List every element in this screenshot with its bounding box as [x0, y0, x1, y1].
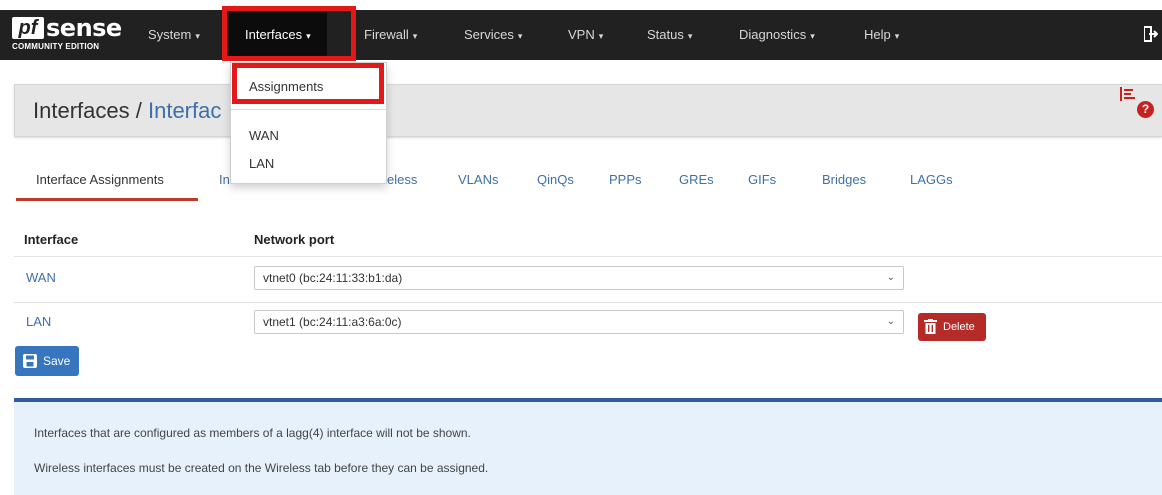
nav-diagnostics[interactable]: Diagnostics ▾ — [739, 10, 815, 60]
caret-down-icon: ▾ — [517, 31, 523, 41]
nav-services[interactable]: Services ▾ — [464, 10, 522, 60]
tab-qinqs[interactable]: QinQs — [537, 172, 574, 187]
tab-laggs[interactable]: LAGGs — [910, 172, 953, 187]
breadcrumb: Interfaces / Interfac — [33, 98, 221, 124]
active-tab-underline — [16, 198, 198, 201]
tab-gres[interactable]: GREs — [679, 172, 714, 187]
nav-diagnostics-label: Diagnostics — [739, 27, 807, 42]
chevron-down-icon: ⌄ — [886, 316, 895, 327]
column-header-interface: Interface — [24, 232, 79, 247]
breadcrumb-current[interactable]: Interfac — [148, 98, 221, 123]
nav-system-label: System — [148, 27, 192, 42]
tab-wireless[interactable]: eless — [387, 172, 417, 187]
column-header-network-port: Network port — [254, 232, 335, 247]
tab-vlans[interactable]: VLANs — [458, 172, 498, 187]
breadcrumb-separator: / — [135, 98, 142, 123]
tab-bar: Interface Assignments In eless VLANs Qin… — [14, 162, 1162, 202]
save-disk-icon — [23, 354, 37, 368]
save-button[interactable]: Save — [15, 346, 79, 376]
chevron-down-icon: ⌄ — [886, 272, 895, 283]
nav-interfaces[interactable]: Interfaces ▾ — [229, 10, 327, 60]
tab-ppps[interactable]: PPPs — [609, 172, 642, 187]
nav-vpn[interactable]: VPN ▾ — [568, 10, 603, 60]
info-text-lagg: Interfaces that are configured as member… — [34, 426, 471, 440]
interface-link-wan[interactable]: WAN — [26, 270, 56, 285]
nav-interfaces-label: Interfaces — [245, 27, 303, 42]
logo-pf-mark: pf — [12, 17, 44, 39]
delete-button-label: Delete — [943, 321, 975, 333]
caret-down-icon: ▾ — [412, 31, 418, 41]
menu-divider — [231, 109, 386, 110]
caret-down-icon: ▾ — [687, 31, 693, 41]
logo-edition: COMMUNITY EDITION — [12, 42, 100, 51]
nav-help[interactable]: Help ▾ — [864, 10, 899, 60]
nav-firewall[interactable]: Firewall ▾ — [364, 10, 417, 60]
log-list-icon[interactable] — [1120, 87, 1136, 101]
nav-status-label: Status — [647, 27, 684, 42]
menu-item-wan[interactable]: WAN — [249, 128, 279, 143]
pfsense-logo[interactable]: pf sense COMMUNITY EDITION — [10, 14, 122, 55]
nav-firewall-label: Firewall — [364, 27, 409, 42]
tab-gifs[interactable]: GIFs — [748, 172, 776, 187]
nav-services-label: Services — [464, 27, 514, 42]
network-port-value: vtnet0 (bc:24:11:33:b1:da) — [263, 271, 403, 285]
network-port-select-wan[interactable]: vtnet0 (bc:24:11:33:b1:da) ⌄ — [254, 266, 904, 290]
tab-bridges[interactable]: Bridges — [822, 172, 866, 187]
caret-down-icon: ▾ — [598, 31, 604, 41]
info-panel: Interfaces that are configured as member… — [14, 398, 1162, 495]
menu-item-lan[interactable]: LAN — [249, 156, 274, 171]
caret-down-icon: ▾ — [810, 31, 815, 41]
page-header: Interfaces / Interfac ? — [14, 84, 1162, 137]
nav-help-label: Help — [864, 27, 891, 42]
save-button-label: Save — [43, 354, 71, 368]
interfaces-dropdown-menu: Assignments WAN LAN — [230, 62, 387, 184]
caret-down-icon: ▾ — [894, 31, 900, 41]
network-port-value: vtnet1 (bc:24:11:a3:6a:0c) — [263, 315, 402, 329]
nav-vpn-label: VPN — [568, 27, 595, 42]
interface-link-lan[interactable]: LAN — [26, 314, 51, 329]
caret-down-icon: ▾ — [195, 31, 200, 41]
logout-icon[interactable] — [1144, 26, 1158, 42]
nav-system[interactable]: System ▾ — [148, 10, 200, 60]
pfsense-page: { "brand": { "logo_pf": "pf", "logo_sens… — [0, 0, 1162, 495]
trash-icon — [924, 319, 937, 334]
delete-button[interactable]: Delete — [918, 313, 986, 341]
tab-interface-groups[interactable]: In — [219, 172, 230, 187]
tab-interface-assignments[interactable]: Interface Assignments — [36, 172, 164, 187]
network-port-select-lan[interactable]: vtnet1 (bc:24:11:a3:6a:0c) ⌄ — [254, 310, 904, 334]
info-text-wireless: Wireless interfaces must be created on t… — [34, 461, 489, 475]
table-divider — [14, 302, 1162, 303]
help-icon[interactable]: ? — [1137, 101, 1154, 118]
menu-item-assignments[interactable]: Assignments — [249, 79, 323, 94]
breadcrumb-root[interactable]: Interfaces — [33, 98, 130, 123]
nav-status[interactable]: Status ▾ — [647, 10, 692, 60]
caret-down-icon: ▾ — [306, 31, 311, 41]
logo-wordmark: sense — [46, 14, 122, 42]
top-navbar: pf sense COMMUNITY EDITION System ▾ Inter… — [0, 10, 1162, 60]
table-divider — [14, 256, 1162, 257]
